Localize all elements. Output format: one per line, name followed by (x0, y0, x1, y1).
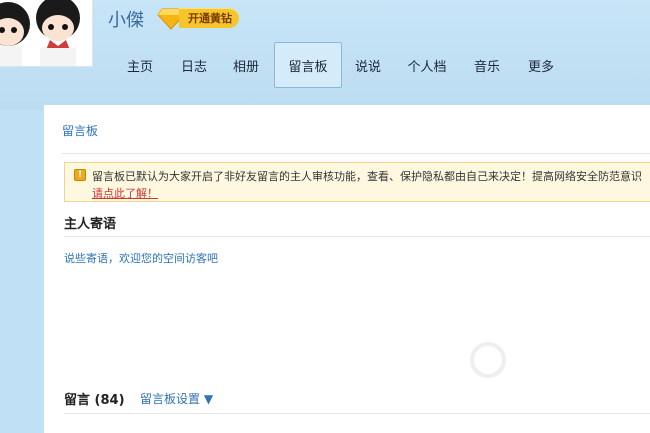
nav-item-music[interactable]: 音乐 (460, 42, 514, 88)
warning-icon: ! (74, 169, 86, 181)
panel-title[interactable]: 留言板 (62, 122, 98, 139)
divider (62, 153, 650, 154)
notice-box: ! 留言板已默认为大家开启了非好友留言的主人审核功能，查看、保护隐私都由自己来决… (64, 162, 650, 202)
main-nav: 主页 日志 相册 留言板 说说 个人档 音乐 更多 (110, 42, 568, 88)
host-message-title: 主人寄语 (64, 217, 117, 232)
nav-item-home[interactable]: 主页 (110, 42, 170, 88)
messages-count: (84) (94, 393, 125, 408)
nav-item-status[interactable]: 说说 (342, 42, 394, 88)
vip-badge[interactable]: 开通黄钻 (157, 6, 249, 30)
divider (64, 236, 650, 237)
vip-label: 开通黄钻 (179, 8, 239, 28)
messages-title: 留言 (84) (64, 389, 125, 408)
watermark-logo-icon (470, 342, 506, 378)
notice-link[interactable]: 请点此了解！ (92, 185, 158, 201)
notice-text: 留言板已默认为大家开启了非好友留言的主人审核功能，查看、保护隐私都由自己来决定！… (92, 170, 642, 183)
avatar-image (0, 0, 80, 66)
username[interactable]: 小傑 (108, 6, 144, 32)
nav-item-guestbook[interactable]: 留言板 (274, 42, 342, 88)
host-message-text[interactable]: 说些寄语，欢迎您的空间访客吧 (64, 250, 218, 266)
nav-item-more[interactable]: 更多 (514, 42, 568, 88)
nav-item-profile[interactable]: 个人档 (394, 42, 460, 88)
nav-item-album[interactable]: 相册 (218, 42, 274, 88)
watermark (470, 340, 650, 410)
divider (64, 413, 650, 414)
messages-title-label: 留言 (64, 393, 91, 408)
guestbook-settings-button[interactable]: 留言板设置 ▼ (140, 390, 213, 407)
avatar[interactable] (0, 0, 93, 67)
nav-item-blog[interactable]: 日志 (170, 42, 218, 88)
